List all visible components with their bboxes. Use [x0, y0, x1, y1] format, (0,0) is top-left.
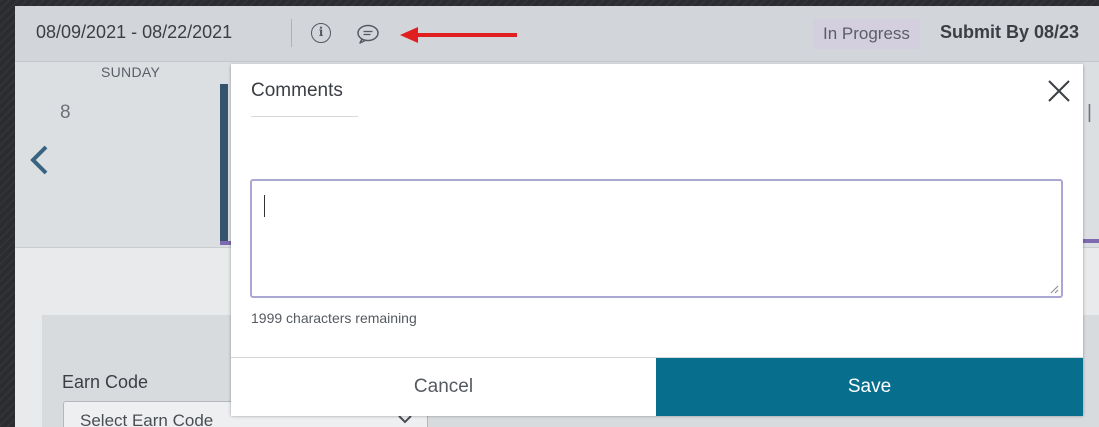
- timesheet-header: 08/09/2021 - 08/22/2021 i In Progress Su…: [15, 6, 1099, 62]
- chevron-left-icon[interactable]: [28, 144, 50, 176]
- day-number[interactable]: 8: [60, 102, 71, 124]
- characters-remaining: 1999 characters remaining: [251, 310, 417, 326]
- annotation-arrow-icon: [400, 27, 517, 43]
- info-icon[interactable]: i: [311, 23, 331, 43]
- day-underline-right: [1083, 239, 1099, 243]
- timesheet-screen: 08/09/2021 - 08/22/2021 i In Progress Su…: [15, 6, 1099, 427]
- title-underline: [251, 116, 358, 117]
- selected-day-marker: [220, 84, 228, 244]
- obscured-day-number: |: [1087, 102, 1092, 123]
- date-range[interactable]: 08/09/2021 - 08/22/2021: [36, 22, 232, 43]
- resize-grip-icon[interactable]: [1049, 284, 1059, 294]
- save-button[interactable]: Save: [656, 358, 1083, 416]
- day-name-sunday: SUNDAY: [101, 64, 161, 80]
- earn-code-label: Earn Code: [62, 372, 149, 392]
- cancel-button[interactable]: Cancel: [231, 358, 656, 416]
- comment-textarea[interactable]: [250, 179, 1063, 298]
- text-caret: [264, 195, 265, 217]
- submit-by-date: Submit By 08/23: [940, 22, 1080, 42]
- close-button[interactable]: [1044, 76, 1074, 106]
- comments-modal: Comments 1999 characters remaining Cance…: [231, 64, 1083, 416]
- comment-icon[interactable]: [356, 24, 380, 44]
- status-badge: In Progress: [813, 19, 920, 49]
- close-icon: [1048, 80, 1070, 102]
- modal-footer: Cancel Save: [231, 357, 1083, 416]
- earn-code-select-value: Select Earn Code: [80, 411, 214, 427]
- modal-title: Comments: [251, 80, 343, 101]
- header-divider: [291, 19, 292, 47]
